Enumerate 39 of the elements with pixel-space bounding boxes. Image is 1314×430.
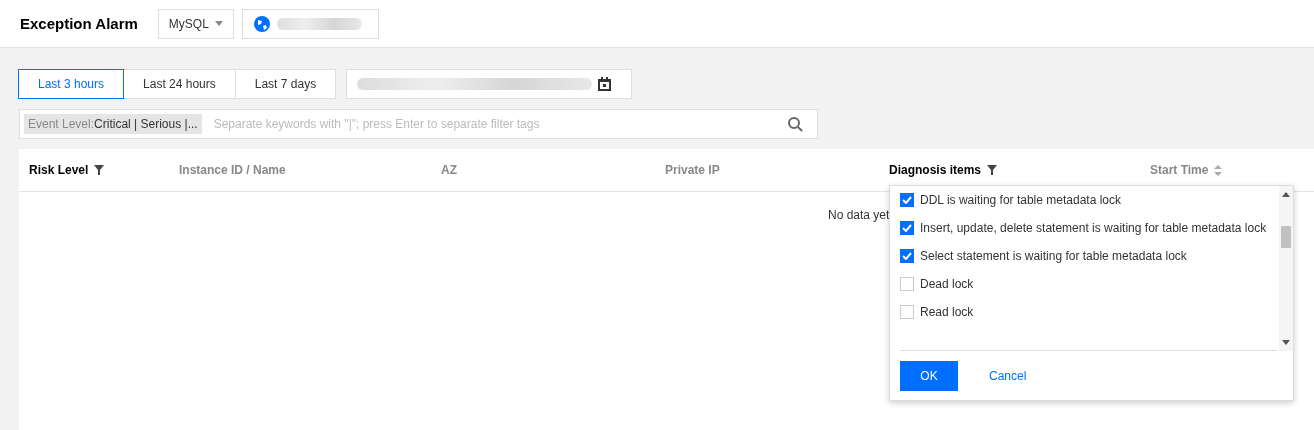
- engine-select[interactable]: MySQL: [157, 8, 234, 39]
- caret-icon: [214, 21, 223, 26]
- column-header: Start Time: [1150, 163, 1209, 177]
- filter-option[interactable]: Read lock: [900, 305, 1277, 319]
- column-header: Risk Level: [29, 163, 89, 177]
- filter-tag[interactable]: Event Level:Critical | Serious |...: [24, 114, 202, 134]
- column-header: Instance ID / Name: [179, 163, 286, 177]
- checkbox[interactable]: [900, 305, 914, 319]
- scroll-down-icon[interactable]: [1282, 340, 1290, 345]
- ok-button[interactable]: OK: [900, 361, 958, 391]
- calendar-icon[interactable]: [598, 77, 612, 91]
- column-header: Private IP: [665, 163, 720, 177]
- filter-icon[interactable]: [987, 165, 998, 175]
- empty-message: No data yet: [828, 208, 890, 222]
- checkbox[interactable]: [900, 249, 914, 263]
- date-range-field[interactable]: [346, 69, 633, 99]
- scrollbar-thumb[interactable]: [1281, 226, 1291, 248]
- cancel-button[interactable]: Cancel: [983, 368, 1033, 384]
- sort-icon[interactable]: [1214, 164, 1223, 176]
- time-range-tab[interactable]: Last 24 hours: [123, 69, 236, 99]
- checkbox[interactable]: [900, 221, 914, 235]
- scroll-up-icon[interactable]: [1282, 192, 1290, 197]
- time-range-tab[interactable]: Last 7 days: [234, 69, 337, 99]
- column-header: AZ: [441, 163, 457, 177]
- search-field[interactable]: Event Level:Critical | Serious |... Separate keywords with "|"; press Enter to separate filter tags: [19, 109, 818, 139]
- column-header: Diagnosis items: [889, 163, 982, 177]
- globe-icon: [252, 14, 271, 33]
- page-title: Exception Alarm: [20, 15, 138, 32]
- filter-option[interactable]: Select statement is waiting for table metadata lock: [900, 249, 1277, 263]
- time-range-tab[interactable]: Last 3 hours: [18, 69, 125, 99]
- scrollbar[interactable]: [1279, 186, 1293, 351]
- search-icon[interactable]: [788, 116, 803, 132]
- filter-option[interactable]: DDL is waiting for table metadata lock: [900, 193, 1277, 207]
- checkbox[interactable]: [900, 193, 914, 207]
- filter-option[interactable]: Dead lock: [900, 277, 1277, 291]
- instance-select[interactable]: [241, 8, 379, 39]
- filter-icon[interactable]: [94, 165, 105, 175]
- checkbox[interactable]: [900, 277, 914, 291]
- filter-option[interactable]: Insert, update, delete statement is waiting for table metadata lock: [900, 221, 1277, 235]
